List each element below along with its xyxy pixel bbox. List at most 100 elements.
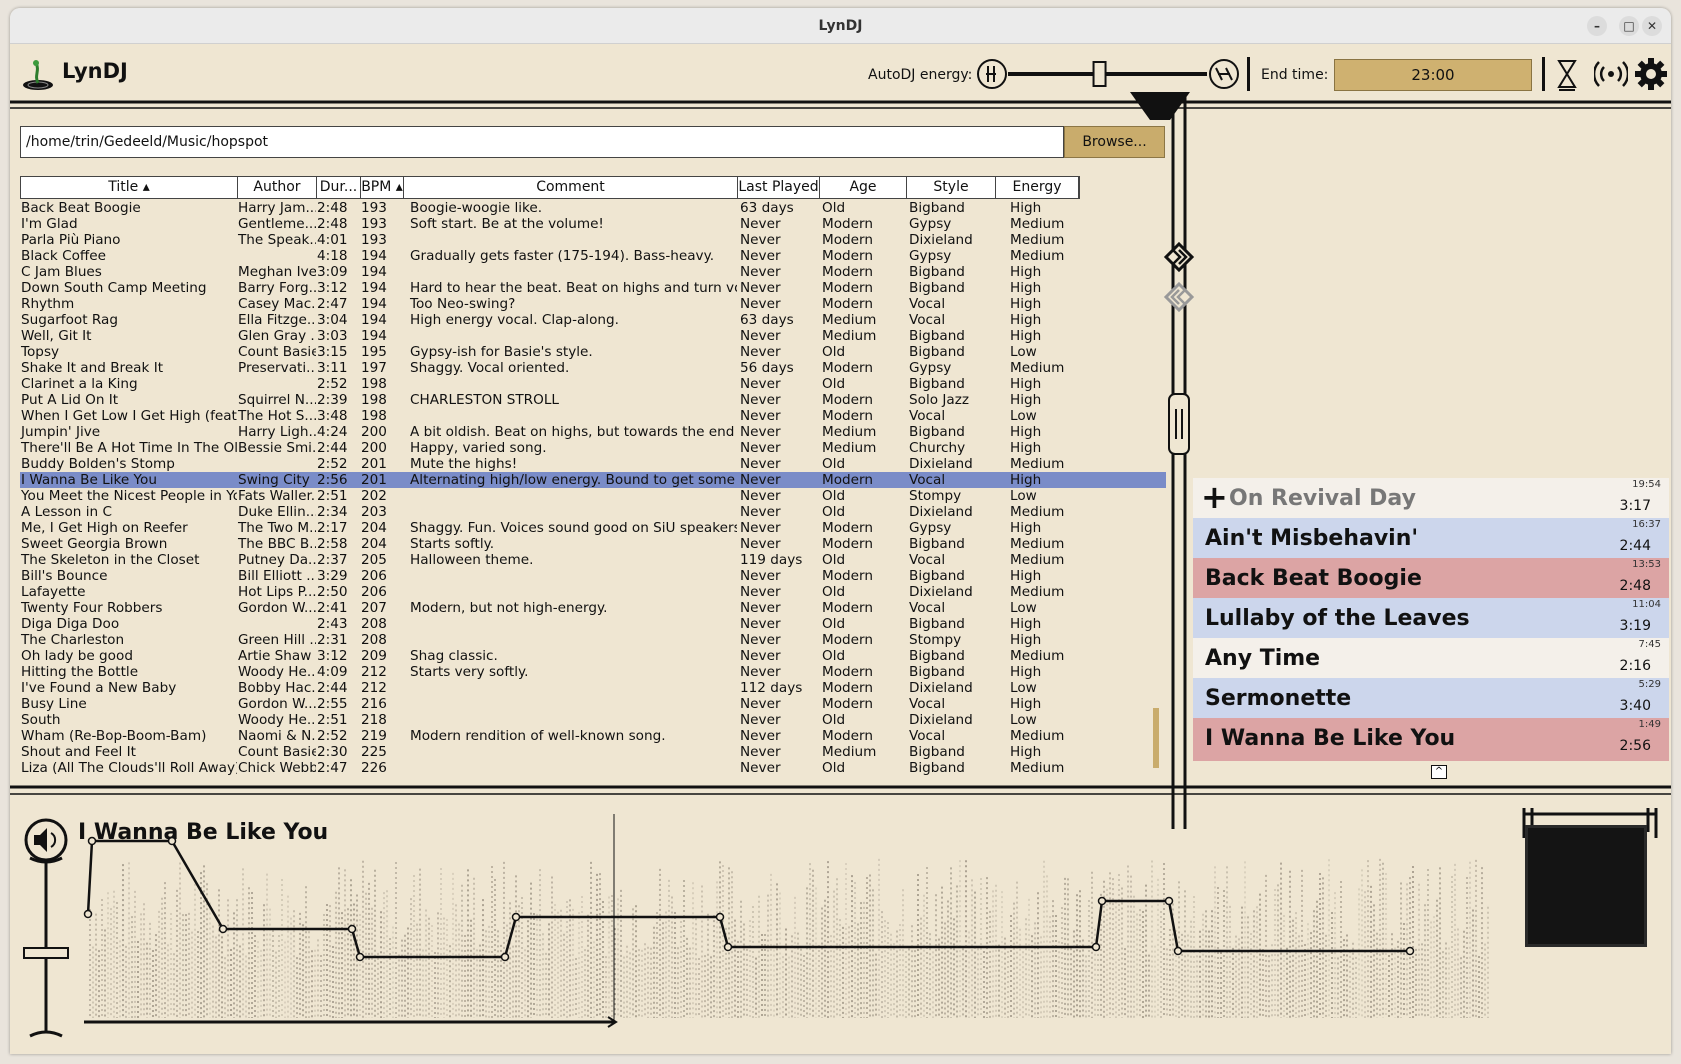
table-row[interactable]: Hitting the Bottle Woody He... 4:09 212 Star… — [20, 664, 1166, 680]
table-row[interactable]: Back Beat Boogie Harry Jam... 2:48 193 Boogi… — [20, 200, 1166, 216]
queue-item[interactable]: On Revival Day +3:17 19:54 — [1193, 478, 1669, 521]
queue-item[interactable]: Ain't Misbehavin' 2:44 16:37 — [1193, 518, 1669, 561]
table-row[interactable]: I Wanna Be Like You Swing City 2:56 201 Alte… — [20, 472, 1166, 488]
table-row[interactable]: The Skeleton in the Closet Putney Da... 2:… — [20, 552, 1166, 568]
table-cell: Never — [740, 568, 781, 584]
column-header[interactable]: Style — [907, 177, 996, 198]
autodj-energy-slider[interactable] — [975, 57, 1241, 91]
table-row[interactable]: Liza (All The Clouds'll Roll Away) Chick … — [20, 760, 1166, 776]
table-cell: Old — [822, 504, 846, 520]
add-icon[interactable]: + — [1201, 478, 1228, 516]
chevron-up-icon[interactable]: ^ — [1431, 765, 1447, 779]
forward-icon[interactable] — [1180, 258, 1208, 286]
table-row[interactable]: Buddy Bolden's Stomp 2:52 201 Mute the high… — [20, 456, 1166, 472]
play-queue: On Revival Day +3:17 19:54 Ain't Misbehavin… — [1193, 478, 1669, 788]
maximize-icon[interactable]: □ — [1619, 16, 1639, 36]
close-icon[interactable]: ✕ — [1642, 16, 1662, 36]
window-title: LynDJ — [818, 18, 863, 34]
table-cell: Modern — [822, 632, 874, 648]
envelope-point — [511, 912, 521, 922]
table-cell: Woody He... — [238, 712, 316, 728]
waveform-view[interactable] — [80, 808, 1520, 1038]
table-row[interactable]: C Jam Blues Meghan Ivey3:09 194 Never Modern… — [20, 264, 1166, 280]
table-row[interactable]: Shout and Feel It Count Basie 2:30 225 Never… — [20, 744, 1166, 760]
broadcast-icon[interactable] — [1594, 57, 1628, 91]
table-cell: Never — [740, 520, 781, 536]
table-row[interactable]: Down South Camp Meeting Barry Forg... 3:12… — [20, 280, 1166, 296]
table-cell: 3:12 — [317, 280, 348, 296]
column-header[interactable]: Comment — [404, 177, 738, 198]
minimize-icon[interactable]: – — [1587, 16, 1607, 36]
table-cell: 200 — [361, 440, 387, 456]
column-header[interactable]: Author — [238, 177, 317, 198]
table-row[interactable]: Rhythm Casey Mac... 2:47 194 Too Neo-swing? N… — [20, 296, 1166, 312]
queue-item[interactable]: Back Beat Boogie 2:48 13:53 — [1193, 558, 1669, 601]
table-row[interactable]: Sweet Georgia Brown The BBC B... 2:58 204 St… — [20, 536, 1166, 552]
table-row[interactable]: Parla Più Piano The Speak... 4:01 193 Never M… — [20, 232, 1166, 248]
browse-button[interactable]: Browse... — [1064, 126, 1165, 158]
table-cell: Preservati... — [238, 360, 316, 376]
volume-control[interactable] — [20, 818, 72, 1044]
back-icon[interactable] — [1180, 298, 1208, 326]
column-header[interactable]: BPM ▴ — [361, 177, 404, 198]
table-row[interactable]: Oh lady be good Artie Shaw 3:12 209 Shag cla… — [20, 648, 1166, 664]
table-row[interactable]: I've Found a New Baby Bobby Hac... 2:44 212… — [20, 680, 1166, 696]
table-row[interactable]: Clarinet a la King 2:52 198 Never Old Bigband… — [20, 376, 1166, 392]
table-row[interactable]: Jumpin' Jive Harry Ligh... 4:24 200 A bit ol… — [20, 424, 1166, 440]
table-cell: Modern, but not high-energy. — [410, 600, 608, 616]
table-cell: Modern — [822, 280, 874, 296]
column-header[interactable]: Dur... — [317, 177, 361, 198]
table-cell: Hard to hear the beat. Beat on highs and… — [410, 280, 737, 296]
table-cell — [403, 264, 737, 280]
end-time-field[interactable]: 23:00 — [1334, 59, 1532, 91]
queue-item[interactable]: Any Time 2:16 7:45 — [1193, 638, 1669, 681]
gear-icon[interactable] — [1634, 57, 1668, 91]
table-row[interactable]: Black Coffee 4:18 194 Gradually gets faster… — [20, 248, 1166, 264]
envelope-point — [1164, 896, 1174, 906]
table-row[interactable]: Busy Line Gordon W... 2:55 216 Never Modern Vo… — [20, 696, 1166, 712]
table-row[interactable]: I'm Glad Gentleme... 2:48 193 Soft start. Be… — [20, 216, 1166, 232]
song-table[interactable]: Title ▴ Author Dur... BPM ▴ Comment Last Play… — [20, 176, 1166, 788]
table-cell: 205 — [361, 552, 387, 568]
table-row[interactable]: Twenty Four Robbers Gordon W... 2:41 207 Mod… — [20, 600, 1166, 616]
table-cell: Halloween theme. — [410, 552, 534, 568]
table-row[interactable]: Well, Git It Glen Gray ... 3:03 194 Never Med… — [20, 328, 1166, 344]
table-row[interactable]: South Woody He... 2:51 218 Never Old Dixieland… — [20, 712, 1166, 728]
envelope-point — [83, 909, 93, 919]
queue-item[interactable]: I Wanna Be Like You 2:56 1:49 — [1193, 718, 1669, 761]
hourglass-icon[interactable] — [1555, 57, 1579, 91]
table-row[interactable]: Wham (Re-Bop-Boom-Bam) Naomi & N... 2:52 21… — [20, 728, 1166, 744]
table-cell: Oh lady be good — [21, 648, 133, 664]
table-row[interactable]: The Charleston Green Hill ... 2:31 208 Never… — [20, 632, 1166, 648]
queue-item-title: Any Time — [1205, 646, 1321, 671]
table-row[interactable]: Sugarfoot Rag Ella Fitzge... 3:04 194 High e… — [20, 312, 1166, 328]
table-cell: 201 — [361, 456, 387, 472]
column-header[interactable]: Age — [820, 177, 907, 198]
table-cell: 2:55 — [317, 696, 348, 712]
table-row[interactable]: Bill's Bounce Bill Elliott ... 3:29 206 Neve… — [20, 568, 1166, 584]
music-path-input[interactable] — [20, 126, 1064, 158]
queue-item[interactable]: Lullaby of the Leaves 3:19 11:04 — [1193, 598, 1669, 641]
table-row[interactable]: Shake It and Break It Preservati... 3:11 19… — [20, 360, 1166, 376]
table-cell: Never — [740, 296, 781, 312]
column-header[interactable]: Last Played — [738, 177, 820, 198]
column-header[interactable]: Title ▴ — [21, 177, 238, 198]
table-cell: Never — [740, 632, 781, 648]
table-row[interactable]: You Meet the Nicest People in You...Fats… — [20, 488, 1166, 504]
table-row[interactable]: There'll Be A Hot Time In The Old ...Bes… — [20, 440, 1166, 456]
queue-item-duration: 2:44 — [1619, 538, 1651, 554]
table-row[interactable]: Topsy Count Basie 3:15 195 Gypsy-ish for Bas… — [20, 344, 1166, 360]
table-row[interactable]: Diga Diga Doo 2:43 208 Never Old Bigband High — [20, 616, 1166, 632]
table-row[interactable]: Me, I Get High on Reefer The Two M... 2:17… — [20, 520, 1166, 536]
table-cell: Modern — [822, 248, 874, 264]
table-row[interactable]: Lafayette Hot Lips P... 2:50 206 Never Old Dix… — [20, 584, 1166, 600]
table-cell: Old — [822, 616, 846, 632]
table-cell: Liza (All The Clouds'll Roll Away) — [21, 760, 237, 776]
table-row[interactable]: When I Get Low I Get High (feat. ... The … — [20, 408, 1166, 424]
table-cell: Never — [740, 472, 781, 488]
column-header[interactable]: Energy — [996, 177, 1079, 198]
table-row[interactable]: A Lesson in C Duke Ellin... 2:34 203 Never Ol… — [20, 504, 1166, 520]
table-cell: 195 — [361, 344, 387, 360]
table-row[interactable]: Put A Lid On It Squirrel N... 2:39 198 CHARL… — [20, 392, 1166, 408]
queue-item[interactable]: Sermonette 3:40 5:29 — [1193, 678, 1669, 721]
